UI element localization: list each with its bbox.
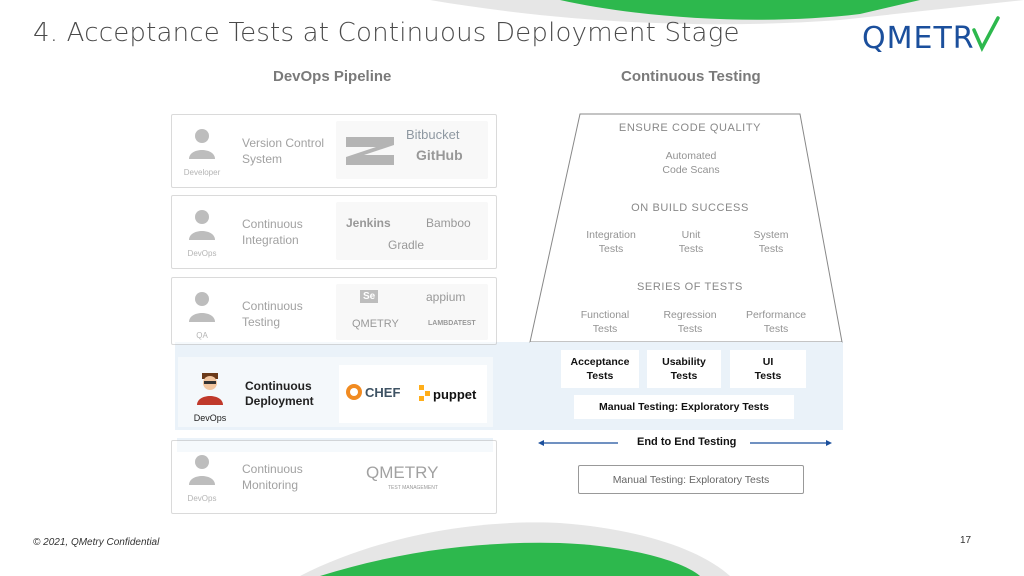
role-label: DevOps xyxy=(193,413,227,423)
stage-continuous-deployment: DevOps Continuous Deployment CHEF puppet xyxy=(178,357,493,427)
gradle-label: Gradle xyxy=(388,238,425,252)
person-icon: DevOps xyxy=(180,453,224,503)
tools-panel: QMETRY TEST MANAGEMENT xyxy=(336,447,488,505)
box-line: Functional xyxy=(580,309,630,321)
box-line: Tests xyxy=(598,243,624,255)
stage-label: Monitoring xyxy=(242,478,299,492)
box-line: Tests xyxy=(670,370,698,382)
test-box: Integration Tests xyxy=(574,224,648,260)
stage-label: Continuous xyxy=(242,217,303,231)
manual-testing-box: Manual Testing: Exploratory Tests xyxy=(578,465,804,494)
slide-title: 4. Acceptance Tests at Continuous Deploy… xyxy=(33,18,740,48)
test-box: Automated Code Scans xyxy=(626,145,756,181)
stage-continuous-testing: QA Continuous Testing Se appium QMETRY LA… xyxy=(171,277,497,345)
test-management-label: TEST MANAGEMENT xyxy=(388,485,438,491)
bamboo-label: Bamboo xyxy=(426,216,471,230)
qmetry-label: QMETRY xyxy=(352,318,399,330)
puppet-label: puppet xyxy=(433,387,477,402)
lambdatest-label: LAMBDATEST xyxy=(428,320,476,327)
stage-label: Testing xyxy=(242,315,281,329)
stage-label: Continuous xyxy=(242,462,303,476)
box-line: Tests xyxy=(758,243,784,255)
box-line: Unit xyxy=(681,229,701,241)
role-label: DevOps xyxy=(187,249,217,258)
box-line: Integration xyxy=(586,229,636,241)
test-box: Performance Tests xyxy=(736,304,816,340)
section-label: ON BUILD SUCCESS xyxy=(631,202,749,214)
stage-version-control: Developer Version Control System Bitbucke… xyxy=(171,114,497,188)
continuous-testing-heading: Continuous Testing xyxy=(621,68,761,85)
jenkins-label: Jenkins xyxy=(346,216,391,230)
github-label: GitHub xyxy=(416,147,463,163)
test-box: Functional Tests xyxy=(566,304,644,340)
footer-copyright: © 2021, QMetry Confidential xyxy=(33,537,160,548)
stage-label: Version Control xyxy=(242,136,325,150)
person-icon: Developer xyxy=(180,127,224,177)
page-number: 17 xyxy=(960,535,972,546)
person-icon: DevOps xyxy=(180,208,224,258)
usability-tests-box: Usability Tests xyxy=(647,350,721,388)
devops-pipeline-heading: DevOps Pipeline xyxy=(273,68,392,85)
bitbucket-label: Bitbucket xyxy=(406,127,460,142)
stage-label: Integration xyxy=(242,233,299,247)
box-line: Tests xyxy=(677,323,703,335)
test-box: Regression Tests xyxy=(652,304,728,340)
box-line: Usability xyxy=(662,356,706,368)
selenium-label: Se xyxy=(360,290,379,303)
svg-text:QMETR: QMETR xyxy=(862,21,975,56)
box-line: Automated xyxy=(665,150,717,162)
stage-label: Continuous xyxy=(242,299,303,313)
box-line: Performance xyxy=(745,309,807,321)
test-box: Unit Tests xyxy=(656,224,726,260)
person-icon: DevOps xyxy=(188,371,232,423)
ui-tests-box: UI Tests xyxy=(730,350,806,388)
box-line: Tests xyxy=(754,370,782,382)
box-line: Tests xyxy=(586,370,614,382)
tools-panel: Se appium QMETRY LAMBDATEST xyxy=(336,284,488,340)
chef-logo-icon xyxy=(346,384,362,400)
role-label: DevOps xyxy=(187,494,217,503)
box-line: Acceptance xyxy=(570,356,630,368)
person-icon: QA xyxy=(180,290,224,340)
box-line: Tests xyxy=(678,243,704,255)
box-line: Code Scans xyxy=(662,164,720,176)
continuous-testing-funnel: ENSURE CODE QUALITY Automated Code Scans … xyxy=(520,112,850,432)
section-label: ENSURE CODE QUALITY xyxy=(618,122,762,134)
puppet-logo-icon xyxy=(419,385,430,401)
box-line: UI xyxy=(762,356,774,368)
end-to-end-label: End to End Testing xyxy=(637,436,737,448)
qmetry-logo: QMETR xyxy=(862,16,1000,56)
role-label: Developer xyxy=(183,168,221,177)
stage-label: System xyxy=(242,152,283,166)
stage-label: Deployment xyxy=(245,394,314,408)
box-line: System xyxy=(753,229,789,241)
appium-label: appium xyxy=(426,290,466,304)
tools-panel: Bitbucket GitHub xyxy=(336,121,488,179)
stage-label: Continuous xyxy=(245,379,312,393)
chef-label: CHEF xyxy=(365,385,401,400)
end-to-end-arrow: End to End Testing xyxy=(538,434,832,452)
section-label: SERIES OF TESTS xyxy=(637,281,743,293)
box-line: Tests xyxy=(763,323,789,335)
stage-continuous-monitoring: DevOps Continuous Monitoring QMETRY TEST … xyxy=(171,440,497,514)
stage-continuous-integration: DevOps Continuous Integration Jenkins Bam… xyxy=(171,195,497,269)
qmetry-label: QMETRY xyxy=(366,463,439,482)
tools-panel: CHEF puppet xyxy=(339,365,487,423)
tools-panel: Jenkins Bamboo Gradle xyxy=(336,202,488,260)
acceptance-tests-box: Acceptance Tests xyxy=(561,350,639,388)
box-line: Regression xyxy=(663,309,717,321)
manual-testing-highlight-box: Manual Testing: Exploratory Tests xyxy=(574,395,794,419)
box-line: Tests xyxy=(592,323,618,335)
role-label: QA xyxy=(196,331,208,340)
subversion-logo-icon xyxy=(346,137,394,165)
test-box: System Tests xyxy=(734,224,808,260)
